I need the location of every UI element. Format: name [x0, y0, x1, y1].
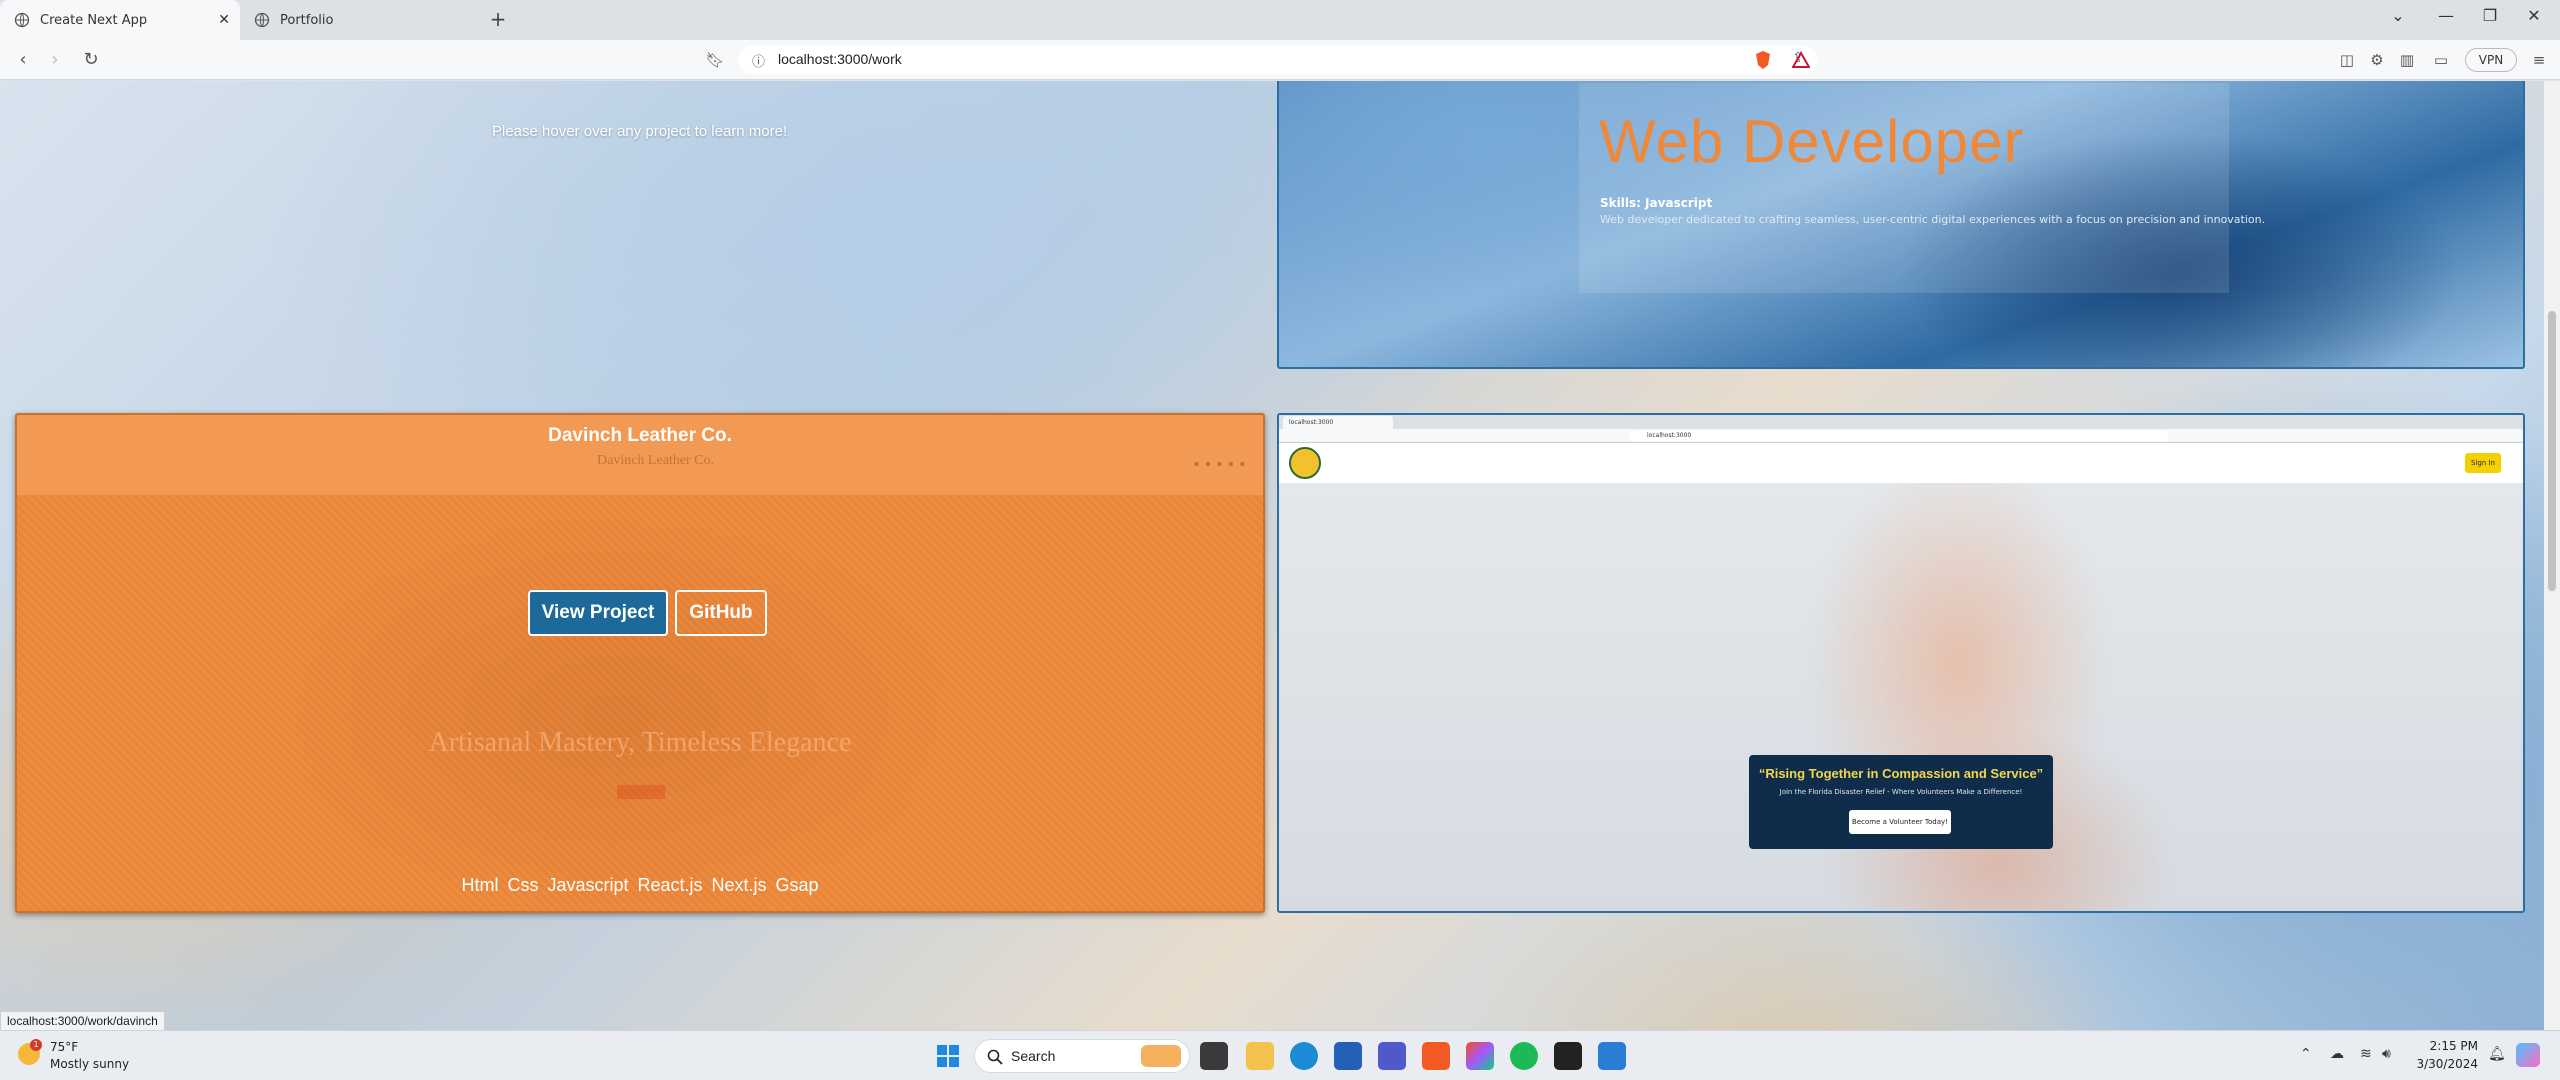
file-explorer-icon[interactable]: [1246, 1042, 1274, 1070]
preview-leather-texture: [17, 495, 1263, 911]
forward-icon[interactable]: ›: [44, 49, 66, 71]
browser-tab-bar: Create Next App ✕ Portfolio + ⌄ — ❐ ✕: [0, 0, 2560, 40]
weather-temp[interactable]: 75°F: [50, 1040, 78, 1054]
clock-time[interactable]: 2:15 PM: [2412, 1039, 2478, 1053]
vscode-icon[interactable]: [1598, 1042, 1626, 1070]
preview-site-header: Sign In: [1279, 443, 2523, 483]
wifi-icon[interactable]: ≋: [2360, 1046, 2372, 1062]
reload-icon[interactable]: ↻: [80, 49, 102, 71]
view-project-button[interactable]: View Project: [528, 590, 668, 636]
globe-icon: [14, 12, 30, 28]
preview-subtext: Join the Florida Disaster Relief - Where…: [1779, 788, 2023, 796]
scrollbar-thumb[interactable]: [2548, 311, 2556, 591]
maximize-button[interactable]: ❐: [2478, 6, 2502, 25]
hover-hint-text: Please hover over any project to learn m…: [492, 123, 788, 140]
preview-url: localhost:3000: [1629, 431, 2169, 441]
preview-tab: localhost:3000: [1283, 416, 1393, 429]
preview-cta-box: “Rising Together in Compassion and Servi…: [1749, 755, 2053, 849]
project-card-davinch[interactable]: Davinch Leather Co. ▪▪▪▪▪ Artisanal Mast…: [15, 413, 1265, 913]
preview-logo: [1289, 447, 1321, 479]
site-info-icon[interactable]: ⓘ: [752, 51, 765, 70]
address-toolbar: ‹ › ↻ 🔖︎ ⓘ localhost:3000/work ⇪ ◫ ⚙ ▥ ▭…: [0, 40, 2560, 80]
chevron-up-icon[interactable]: ⌃: [2300, 1046, 2312, 1062]
onedrive-icon[interactable]: ☁: [2330, 1046, 2344, 1062]
url-text: localhost:3000/work: [778, 51, 902, 67]
spotify-icon[interactable]: [1510, 1042, 1538, 1070]
store-icon[interactable]: [1334, 1042, 1362, 1070]
search-label: Search: [1011, 1048, 1056, 1064]
preview-headline: “Rising Together in Compassion and Servi…: [1758, 766, 2044, 781]
web-card-title: Web Developer: [1599, 108, 2025, 175]
windows-start-icon[interactable]: [936, 1044, 960, 1068]
web-card-skills: Skills: Javascript: [1600, 196, 1713, 210]
close-window-button[interactable]: ✕: [2522, 6, 2546, 25]
tab-portfolio[interactable]: Portfolio: [240, 0, 480, 40]
preview-signin-button: Sign In: [2465, 453, 2501, 473]
notification-bell-icon[interactable]: 🔔︎: [2488, 1046, 2506, 1062]
weather-desc[interactable]: Mostly sunny: [50, 1057, 129, 1071]
preview-address-bar: localhost:3000: [1279, 429, 2523, 443]
search-icon: [987, 1049, 1003, 1065]
tab-label: Create Next App: [40, 12, 148, 28]
vpn-button[interactable]: VPN: [2465, 48, 2517, 72]
preview-brand: Davinch Leather Co.: [597, 453, 715, 468]
menu-icon[interactable]: ≡: [2528, 49, 2550, 71]
volume-icon[interactable]: 🔊︎: [2382, 1046, 2391, 1062]
brave-rewards-icon[interactable]: [1792, 51, 1810, 69]
new-tab-button[interactable]: +: [486, 8, 510, 32]
project-card-web-developer[interactable]: Web Developer Skills: Javascript Web dev…: [1277, 81, 2525, 369]
taskbar: 1 75°F Mostly sunny Search ⌃ ☁ ≋ 🔊︎ 2:15…: [0, 1030, 2560, 1080]
preview-hero-image: “Rising Together in Compassion and Servi…: [1279, 483, 2523, 911]
search-highlight-icon: [1141, 1045, 1181, 1067]
preview-nav: ▪▪▪▪▪: [1193, 459, 1251, 468]
teams-icon[interactable]: [1378, 1042, 1406, 1070]
page-scrollbar[interactable]: [2544, 81, 2560, 1030]
clock-date[interactable]: 3/30/2024: [2412, 1057, 2478, 1071]
preview-tab-bar: localhost:3000: [1279, 415, 2523, 429]
brave-icon[interactable]: [1422, 1042, 1450, 1070]
preview-learn-more: [617, 785, 665, 799]
taskbar-search[interactable]: Search: [974, 1039, 1190, 1073]
tech-stack: Html Css Javascript React.js Next.js Gsa…: [461, 875, 819, 895]
web-card-description: Web developer dedicated to crafting seam…: [1600, 213, 2266, 226]
close-tab-icon[interactable]: ✕: [218, 12, 230, 28]
tab-search-icon[interactable]: ⌄: [2386, 6, 2410, 25]
address-field[interactable]: ⓘ localhost:3000/work ⇪: [738, 46, 1818, 74]
status-link-preview: localhost:3000/work/davinch: [0, 1011, 165, 1031]
project-card-volunteer[interactable]: localhost:3000 localhost:3000 Sign In “R…: [1277, 413, 2525, 913]
minimize-button[interactable]: —: [2434, 6, 2458, 25]
back-icon[interactable]: ‹: [12, 49, 34, 71]
reading-list-icon[interactable]: ▥: [2396, 49, 2418, 71]
tab-create-next-app[interactable]: Create Next App ✕: [0, 0, 240, 40]
terminal-icon[interactable]: [1554, 1042, 1582, 1070]
brave-shield-icon[interactable]: [1754, 50, 1772, 70]
task-view-icon[interactable]: [1200, 1042, 1228, 1070]
sidebar-icon[interactable]: ◫: [2336, 49, 2358, 71]
wallet-icon[interactable]: ▭: [2430, 49, 2452, 71]
weather-badge: 1: [30, 1039, 42, 1051]
copilot-icon[interactable]: [2516, 1043, 2540, 1067]
work-page: Please hover over any project to learn m…: [0, 81, 2544, 1030]
preview-volunteer-button: Become a Volunteer Today!: [1849, 810, 1951, 834]
github-button[interactable]: GitHub: [675, 590, 767, 636]
davinch-card-title: Davinch Leather Co.: [548, 425, 732, 446]
globe-icon: [254, 12, 270, 28]
extensions-icon[interactable]: ⚙: [2366, 49, 2388, 71]
figma-icon[interactable]: [1466, 1042, 1494, 1070]
tab-label: Portfolio: [280, 12, 334, 28]
preview-hero-text: Artisanal Mastery, Timeless Elegance: [428, 727, 852, 758]
edge-icon[interactable]: [1290, 1042, 1318, 1070]
bookmark-icon[interactable]: 🔖︎: [704, 49, 726, 71]
